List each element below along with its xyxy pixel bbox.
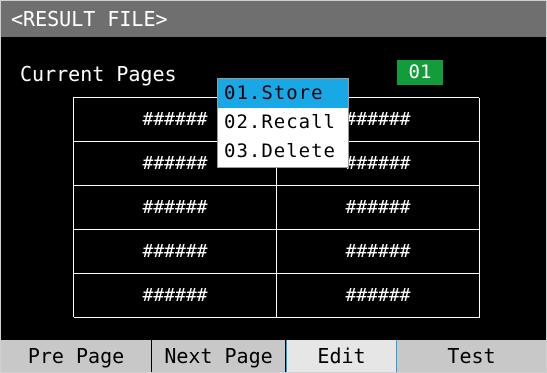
file-slot-cell[interactable]: ######	[74, 186, 277, 230]
file-slot-cell[interactable]: ######	[277, 186, 480, 230]
file-slot-cell[interactable]: ######	[74, 230, 277, 274]
menu-item-recall[interactable]: 02.Recall	[218, 108, 348, 137]
page-number-badge: 01	[397, 60, 443, 85]
file-action-menu: 01.Store 02.Recall 03.Delete	[217, 78, 349, 168]
menu-item-store[interactable]: 01.Store	[218, 79, 348, 108]
menu-item-delete[interactable]: 03.Delete	[218, 137, 348, 166]
current-pages-label: Current Pages	[20, 62, 177, 86]
next-page-button[interactable]: Next Page	[152, 340, 286, 372]
window-title: <RESULT FILE>	[1, 1, 546, 37]
edit-button[interactable]: Edit	[286, 340, 397, 372]
softkey-bar: Pre Page Next Page Edit Test	[1, 340, 546, 372]
pre-page-button[interactable]: Pre Page	[1, 340, 152, 372]
file-slot-cell[interactable]: ######	[277, 274, 480, 318]
test-button[interactable]: Test	[397, 340, 546, 372]
file-slot-cell[interactable]: ######	[74, 274, 277, 318]
result-file-screen: <RESULT FILE> Current Pages 01 ###### ##…	[0, 0, 547, 373]
file-slot-cell[interactable]: ######	[277, 230, 480, 274]
